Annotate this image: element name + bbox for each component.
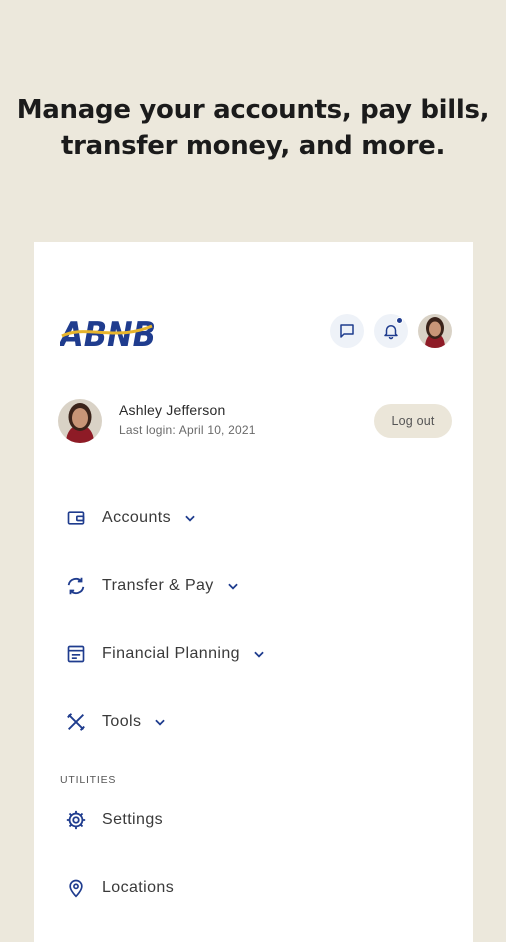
logout-button[interactable]: Log out	[374, 404, 452, 438]
menu-item-tools[interactable]: Tools	[64, 707, 167, 737]
user-avatar	[58, 399, 102, 443]
profile-avatar-button[interactable]	[418, 314, 452, 348]
menu-item-transfer-pay[interactable]: Transfer & Pay	[64, 571, 240, 601]
transfer-icon	[64, 574, 88, 598]
bell-icon	[384, 325, 398, 340]
location-pin-icon	[64, 876, 88, 900]
menu-item-locations[interactable]: Locations	[64, 873, 174, 903]
user-name: Ashley Jefferson	[119, 402, 226, 418]
tools-icon	[64, 710, 88, 734]
chevron-down-icon	[153, 715, 167, 729]
chevron-down-icon	[183, 511, 197, 525]
wallet-icon	[64, 506, 88, 530]
notification-badge	[396, 317, 403, 324]
notifications-button[interactable]	[374, 314, 408, 348]
gear-icon	[64, 808, 88, 832]
menu-item-label: Financial Planning	[102, 645, 240, 662]
headline-line-2: transfer money, and more.	[60, 131, 446, 161]
menu-item-label: Settings	[102, 811, 164, 828]
menu-item-label: Accounts	[102, 509, 172, 526]
avatar	[418, 314, 452, 348]
menu-item-label: Tools	[102, 713, 142, 730]
menu-item-accounts[interactable]: Accounts	[64, 503, 197, 533]
chevron-down-icon	[226, 579, 240, 593]
last-login-text: Last login: April 10, 2021	[119, 423, 256, 437]
menu-item-label: Transfer & Pay	[102, 577, 214, 594]
header-actions	[330, 314, 452, 348]
planning-icon	[64, 642, 88, 666]
chevron-down-icon	[252, 647, 266, 661]
chat-icon	[340, 324, 354, 338]
utilities-section-label: UTILITIES	[60, 774, 117, 786]
headline-line-1: Manage your accounts, pay bills,	[16, 95, 490, 125]
abnb-logo: ABNB	[60, 316, 156, 348]
menu-item-settings[interactable]: Settings	[64, 805, 163, 835]
menu-item-label: Locations	[102, 879, 175, 896]
menu-drawer-card: ABNB Ashley Jefferson Last login: April …	[34, 242, 473, 942]
headline: Manage your accounts, pay bills, transfe…	[0, 92, 506, 164]
profile-summary: Ashley Jefferson Last login: April 10, 2…	[58, 399, 452, 443]
chat-button[interactable]	[330, 314, 364, 348]
menu-item-financial-planning[interactable]: Financial Planning	[64, 639, 266, 669]
